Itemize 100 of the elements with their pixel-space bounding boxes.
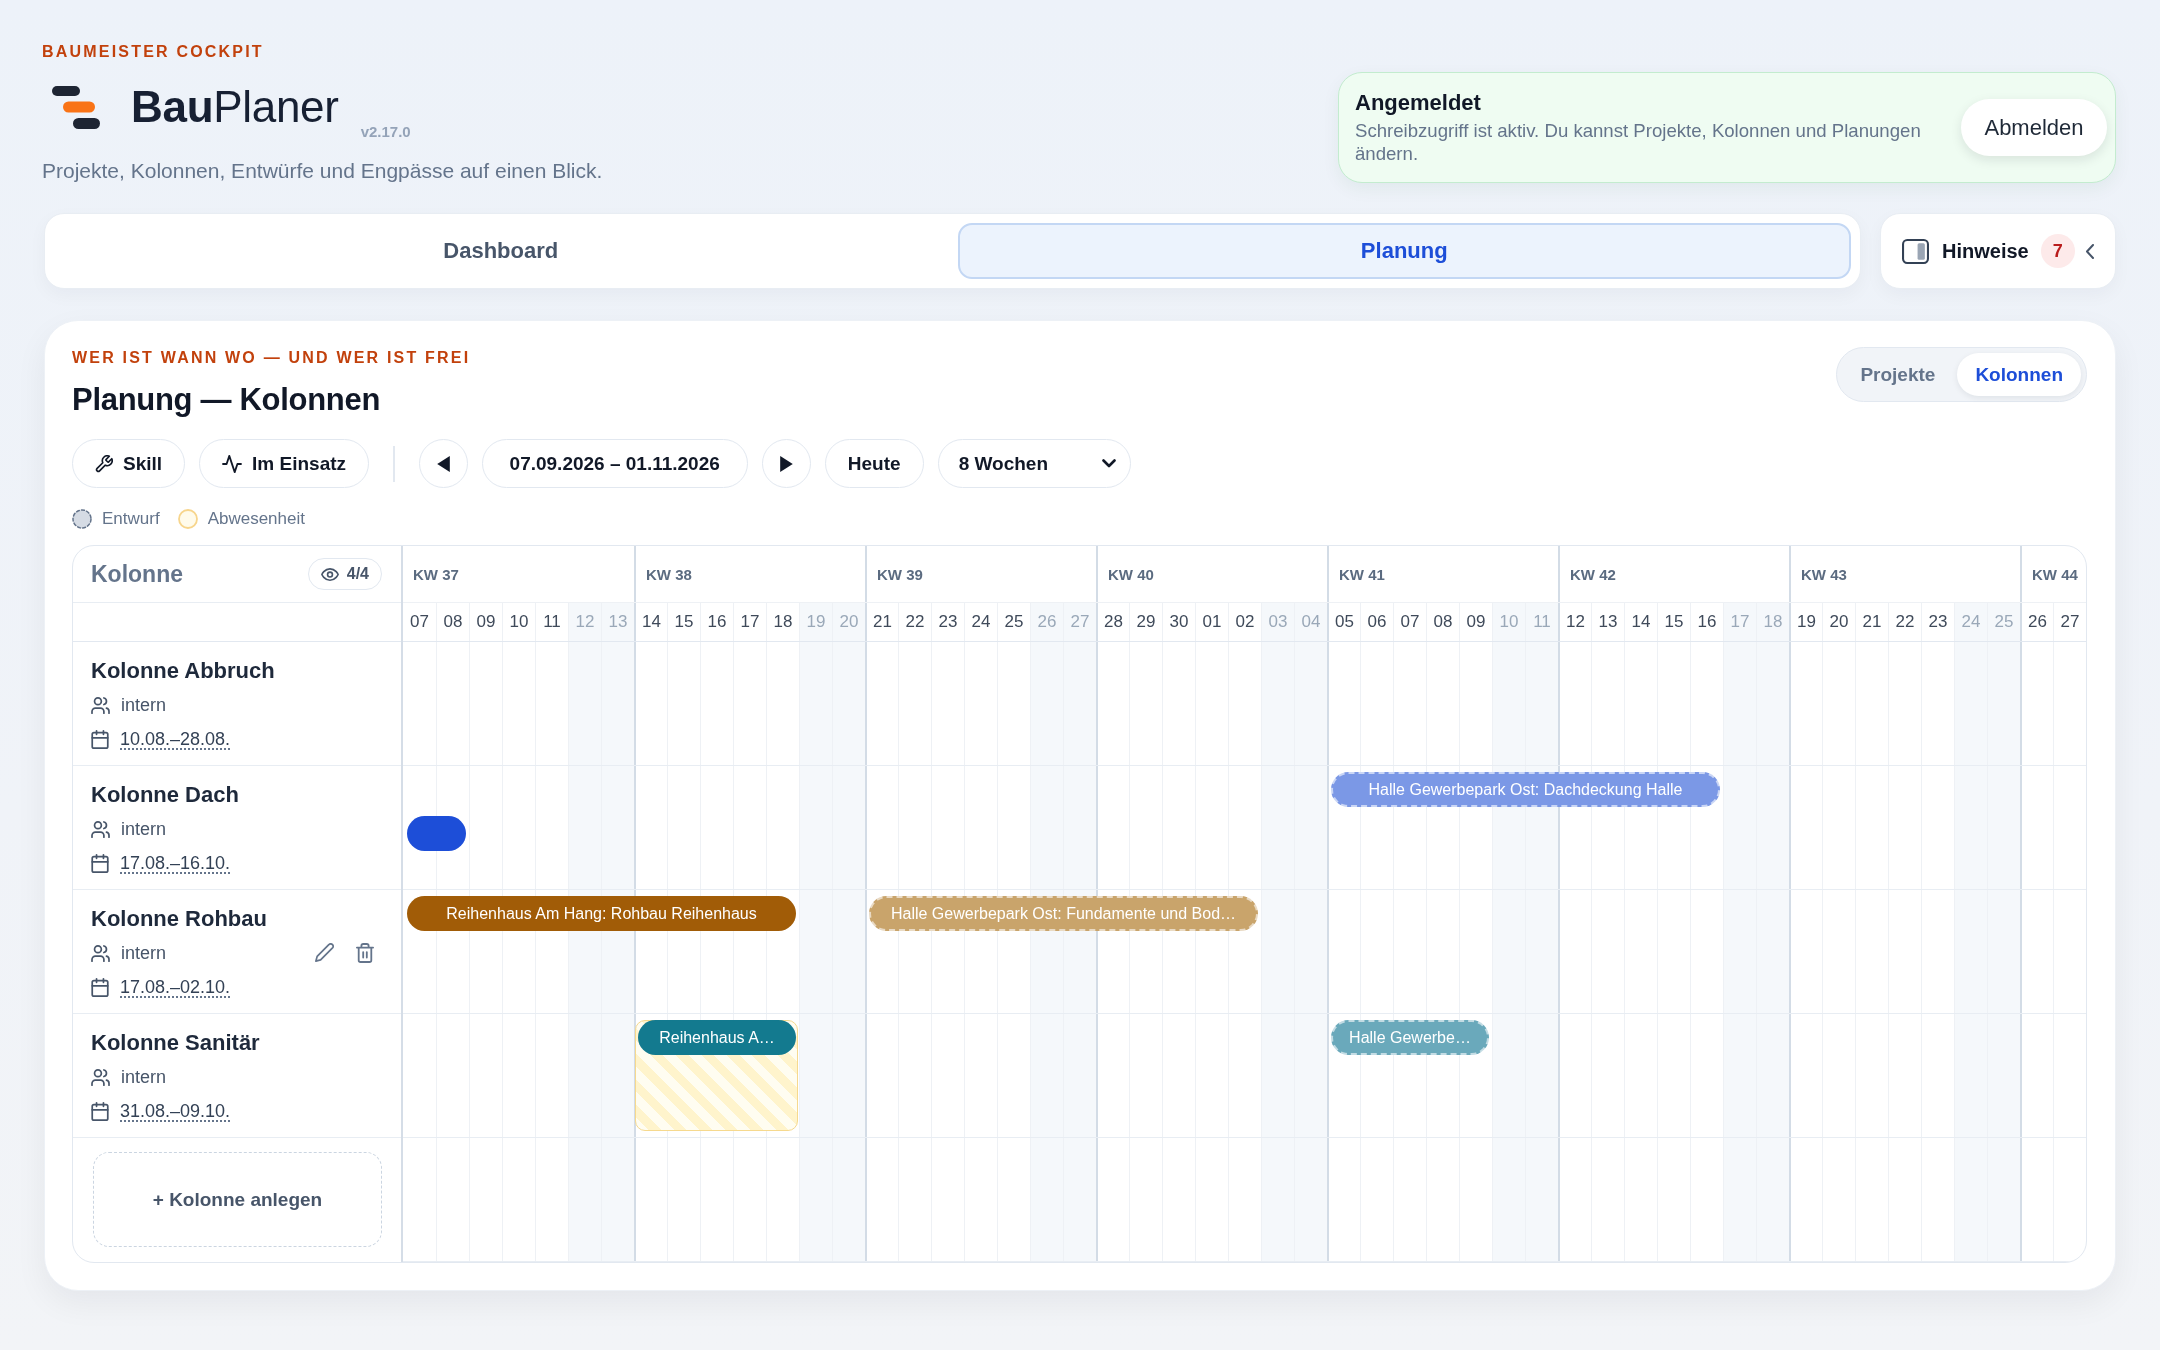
day-label: 13 (601, 603, 634, 641)
day-label: 26 (1030, 603, 1063, 641)
pencil-icon[interactable] (315, 943, 334, 962)
filter-button[interactable]: Im Einsatz (199, 439, 370, 488)
logout-button[interactable]: Abmelden (1961, 99, 2107, 156)
day-label: 27 (2053, 603, 2086, 641)
day-label: 19 (1789, 603, 1822, 641)
legend-label: Entwurf (102, 509, 160, 529)
period-select[interactable]: 8 Wochen (937, 439, 1131, 488)
version-label: v2.17.0 (360, 123, 411, 141)
day-label: 06 (1360, 603, 1393, 641)
calendar-icon (91, 853, 109, 873)
column-header: Kolonne (91, 560, 183, 588)
pulse-icon (222, 454, 243, 473)
today-button[interactable]: Heute (824, 439, 924, 488)
day-label: 17 (1723, 603, 1756, 641)
visibility-toggle[interactable]: 4/4 (307, 558, 382, 590)
day-label: 12 (1558, 603, 1591, 641)
day-label: 08 (1426, 603, 1459, 641)
day-label: 29 (1129, 603, 1162, 641)
day-label: 13 (1591, 603, 1624, 641)
crew-type: intern (121, 818, 167, 840)
day-label: 20 (832, 603, 865, 641)
triangle-right-icon (779, 455, 793, 472)
assignment-bar[interactable] (407, 816, 466, 851)
day-label: 15 (667, 603, 700, 641)
calendar-icon (91, 977, 109, 997)
count-badge: 7 (2040, 234, 2075, 268)
side-panel-icon (1902, 238, 1929, 264)
day-label: 08 (436, 603, 469, 641)
day-label: 21 (1855, 603, 1888, 641)
calendar-icon (91, 1101, 109, 1121)
day-label: 25 (1987, 603, 2020, 641)
people-icon (91, 944, 110, 962)
day-label: 30 (1162, 603, 1195, 641)
section-title: Planung — Kolonnen (72, 381, 381, 419)
crew-type: intern (121, 1066, 167, 1088)
day-label: 21 (865, 603, 898, 641)
previous-button[interactable] (418, 439, 468, 488)
day-label: 07 (1393, 603, 1426, 641)
day-label: 16 (700, 603, 733, 641)
date-range-button[interactable]: 07.09.2026 – 01.11.2026 (481, 439, 748, 488)
logo-icon (52, 85, 100, 129)
day-label: 22 (898, 603, 931, 641)
legend-label: Abwesenheit (207, 509, 305, 529)
day-label: 23 (931, 603, 964, 641)
column-name: Kolonne Sanitär (91, 1029, 260, 1057)
week-label: KW 44 (2020, 546, 2086, 602)
date-range: 31.08.–09.10. (120, 1100, 231, 1122)
hints-button[interactable]: Hinweise 7 (1880, 213, 2116, 289)
day-label: 09 (469, 603, 502, 641)
people-icon (91, 1068, 110, 1086)
next-button[interactable] (761, 439, 811, 488)
day-label: 24 (1954, 603, 1987, 641)
date-range: 17.08.–02.10. (120, 976, 231, 998)
day-label: 24 (964, 603, 997, 641)
column-name: Kolonne Dach (91, 781, 239, 809)
crew-type: intern (121, 942, 167, 964)
view-tab[interactable]: Kolonnen (1957, 353, 2081, 396)
filter-button[interactable]: Skill (72, 439, 186, 488)
day-label: 03 (1261, 603, 1294, 641)
day-label: 15 (1657, 603, 1690, 641)
day-label: 05 (1327, 603, 1360, 641)
calendar-icon (91, 729, 109, 749)
session-status: Angemeldet (1355, 90, 1481, 116)
app-tagline: Projekte, Kolonnen, Entwürfe und Engpässe auf einen Blick. (42, 158, 603, 184)
day-label: 14 (634, 603, 667, 641)
dashed-circle-icon (72, 509, 92, 529)
trash-icon[interactable] (356, 943, 374, 963)
wrench-icon (95, 454, 113, 473)
people-icon (91, 696, 110, 714)
day-label: 07 (409, 611, 430, 633)
tab[interactable]: Planung (957, 223, 1851, 279)
section-kicker: WER IST WANN WO — UND WER IST FREI (72, 348, 471, 368)
day-label: 28 (1096, 603, 1129, 641)
app-kicker: BAUMEISTER COCKPIT (42, 43, 264, 61)
add-column-button[interactable]: + Kolonne anlegen (93, 1152, 382, 1247)
day-label: 10 (502, 603, 535, 641)
eye-icon (320, 567, 339, 581)
day-label: 17 (733, 603, 766, 641)
session-message: Schreibzugriff ist aktiv. Du kannst Projekte, Kolonnen und Planungen ändern. (1355, 119, 1922, 165)
day-label: 12 (568, 603, 601, 641)
day-label: 20 (1822, 603, 1855, 641)
assignment-bar[interactable]: Reihenhaus Am Hang: Rohbau Reihenhaus (407, 896, 796, 931)
crew-type: intern (121, 694, 167, 716)
triangle-left-icon (436, 455, 450, 472)
day-label: 26 (2020, 603, 2053, 641)
tab[interactable]: Dashboard (54, 223, 948, 279)
day-label: 04 (1294, 603, 1327, 641)
circle-icon (177, 509, 198, 529)
view-tab[interactable]: Projekte (1842, 353, 1954, 396)
week-label: KW 37 (412, 564, 460, 585)
date-range: 10.08.–28.08. (120, 728, 231, 750)
assignment-bar[interactable]: Reihenhaus A… (638, 1020, 796, 1055)
day-label: 14 (1624, 603, 1657, 641)
day-label: 18 (1756, 603, 1789, 641)
chevron-down-icon (1101, 459, 1116, 468)
people-icon (91, 820, 110, 838)
day-label: 11 (1525, 603, 1558, 641)
app-title: BauPlaner (131, 83, 339, 131)
